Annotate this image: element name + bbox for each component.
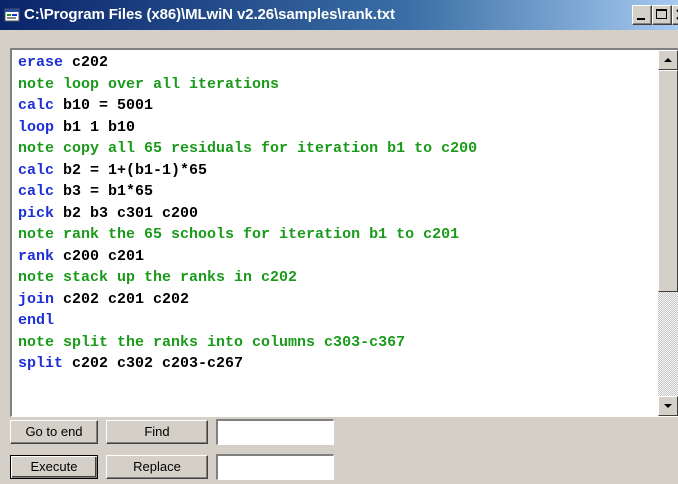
macro-command: loop: [18, 118, 55, 136]
macro-line[interactable]: loop b1 1 b10: [18, 117, 654, 139]
macro-arguments: rank the 65 schools for iteration b1 to …: [54, 226, 460, 243]
macro-line[interactable]: note copy all 65 residuals for iteration…: [18, 138, 654, 160]
vertical-scrollbar[interactable]: [658, 50, 678, 416]
command-editor-window: C:\Program Files (x86)\MLwiN v2.26\sampl…: [0, 0, 678, 484]
macro-command: note: [18, 140, 55, 157]
macro-line[interactable]: endl: [18, 310, 654, 332]
macro-line[interactable]: pick b2 b3 c301 c200: [18, 203, 654, 225]
replace-button[interactable]: Replace: [106, 455, 208, 479]
macro-line[interactable]: join c202 c201 c202: [18, 289, 654, 311]
macro-line[interactable]: calc b3 = b1*65: [18, 181, 654, 203]
macro-command: calc: [18, 183, 55, 200]
macro-command: rank: [18, 247, 55, 265]
macro-arguments: c202 c201 c202: [54, 290, 190, 308]
close-icon: [676, 9, 678, 20]
title-bar[interactable]: C:\Program Files (x86)\MLwiN v2.26\sampl…: [0, 0, 678, 30]
replace-input[interactable]: [216, 454, 334, 480]
window-title: C:\Program Files (x86)\MLwiN v2.26\sampl…: [24, 6, 395, 23]
minimize-button[interactable]: [632, 5, 652, 25]
macro-command: calc: [18, 97, 55, 114]
macro-line[interactable]: erase c202: [18, 52, 654, 74]
arrow-up-icon: [664, 58, 672, 62]
macro-arguments: b2 b3 c301 c200: [54, 204, 199, 222]
close-button[interactable]: [672, 5, 678, 25]
macro-text-area[interactable]: erase c202 note loop over all iterations c…: [10, 48, 678, 417]
macro-command: join: [18, 290, 55, 308]
find-input[interactable]: [216, 419, 334, 445]
maximize-icon: [656, 9, 667, 19]
macro-line[interactable]: split c202 c302 c203-c267: [18, 353, 654, 375]
macro-line[interactable]: note stack up the ranks in c202: [18, 267, 654, 289]
macro-command: split: [18, 355, 64, 372]
macro-command: endl: [18, 312, 55, 329]
macro-arguments: split the ranks into columns c303-c367: [54, 333, 406, 351]
macro-arguments: c202: [63, 54, 109, 71]
macro-arguments: c202 c302 c203-c267: [63, 355, 244, 372]
macro-arguments: stack up the ranks in c202: [54, 269, 298, 286]
macro-arguments: b3 = b1*65: [54, 183, 154, 200]
macro-command: note: [18, 226, 55, 243]
macro-line[interactable]: note rank the 65 schools for iteration b…: [18, 224, 654, 246]
macro-arguments: c200 c201: [54, 247, 145, 265]
app-icon: [4, 7, 20, 23]
execute-button[interactable]: Execute: [10, 455, 98, 479]
minimize-icon: [637, 18, 645, 20]
scroll-up-button[interactable]: [658, 50, 678, 70]
maximize-button[interactable]: [652, 5, 672, 25]
arrow-down-icon: [664, 404, 672, 408]
macro-line[interactable]: rank c200 c201: [18, 246, 654, 268]
macro-command: pick: [18, 204, 55, 222]
macro-command: erase: [18, 54, 64, 71]
macro-line[interactable]: note split the ranks into columns c303-c…: [18, 332, 654, 354]
macro-arguments: b2 = 1+(b1-1)*65: [54, 161, 208, 179]
macro-arguments: b1 1 b10: [54, 118, 136, 136]
macro-command: calc: [18, 161, 55, 179]
macro-arguments: b10 = 5001: [54, 97, 154, 114]
macro-command: note: [18, 269, 55, 286]
macro-lines: erase c202 note loop over all iterations c…: [18, 52, 654, 375]
scroll-track[interactable]: [658, 292, 678, 397]
macro-arguments: copy all 65 residuals for iteration b1 t…: [54, 140, 478, 157]
find-button[interactable]: Find: [106, 420, 208, 444]
macro-command: note: [18, 333, 55, 351]
macro-line[interactable]: note loop over all iterations: [18, 74, 654, 96]
macro-line[interactable]: calc b2 = 1+(b1-1)*65: [18, 160, 654, 182]
scroll-down-button[interactable]: [658, 396, 678, 416]
macro-arguments: loop over all iterations: [54, 75, 280, 93]
macro-line[interactable]: calc b10 = 5001: [18, 95, 654, 117]
scroll-thumb[interactable]: [658, 70, 678, 292]
go-to-end-button[interactable]: Go to end: [10, 420, 98, 444]
macro-command: note: [18, 75, 55, 93]
